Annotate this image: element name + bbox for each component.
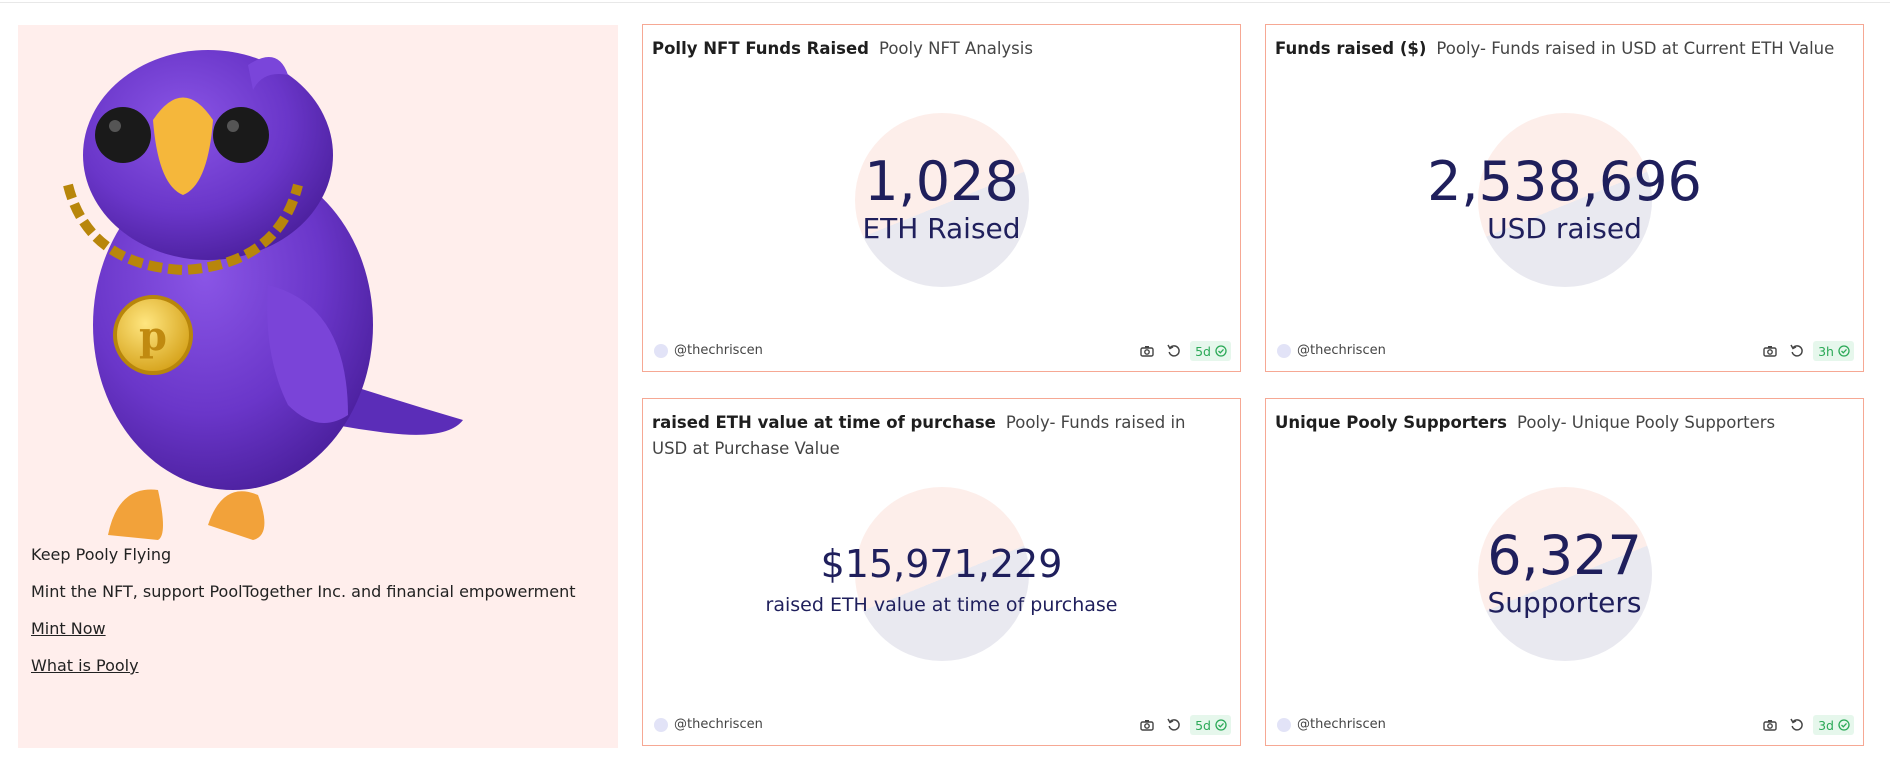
card-footer: @thechriscen 5d (652, 341, 1231, 361)
card-title[interactable]: Funds raised ($) (1275, 39, 1426, 58)
author-link[interactable]: @thechriscen (674, 717, 763, 732)
card-footer: @thechriscen 3h (1275, 341, 1854, 361)
check-circle-icon (1215, 719, 1227, 731)
freshness-badge: 3d (1813, 715, 1854, 735)
svg-text:p: p (139, 313, 167, 360)
author-link[interactable]: @thechriscen (1297, 717, 1386, 732)
counter-value: 6,327 (1487, 524, 1642, 587)
freshness-age: 3h (1818, 343, 1834, 359)
counter-value: 1,028 (864, 150, 1019, 213)
hero-panel: p Keep Pooly Flying Mint the NFT, suppor… (18, 25, 618, 748)
card-header: Unique Pooly Supporters Pooly- Unique Poo… (1275, 410, 1843, 436)
counter-card-eth-raised: Polly NFT Funds Raised Pooly NFT Analysis… (642, 24, 1241, 372)
author-link[interactable]: @thechriscen (674, 343, 763, 358)
counter-card-supporters: Unique Pooly Supporters Pooly- Unique Poo… (1265, 398, 1864, 746)
freshness-age: 5d (1195, 343, 1211, 359)
mint-now-link[interactable]: Mint Now (31, 619, 576, 639)
counter-value: 2,538,696 (1427, 150, 1702, 213)
hero-text-block: Keep Pooly Flying Mint the NFT, support … (31, 545, 576, 693)
card-subtitle[interactable]: Pooly- Funds raised in USD at Current ET… (1436, 39, 1834, 58)
check-circle-icon (1215, 345, 1227, 357)
card-header: raised ETH value at time of purchase Pool… (652, 410, 1220, 462)
top-divider (0, 2, 1890, 3)
camera-icon[interactable] (1762, 343, 1778, 359)
counter-card-usd-raised: Funds raised ($) Pooly- Funds raised in U… (1265, 24, 1864, 372)
card-subtitle[interactable]: Pooly- Unique Pooly Supporters (1517, 413, 1775, 432)
hero-subtitle: Mint the NFT, support PoolTogether Inc. … (31, 582, 576, 601)
check-circle-icon (1838, 719, 1850, 731)
pooly-bird-illustration: p (63, 50, 463, 540)
freshness-badge: 3h (1813, 341, 1854, 361)
card-footer: @thechriscen 3d (1275, 715, 1854, 735)
freshness-age: 5d (1195, 717, 1211, 733)
card-footer: @thechriscen 5d (652, 715, 1231, 735)
counter-label: ETH Raised (862, 212, 1021, 245)
camera-icon[interactable] (1762, 717, 1778, 733)
avatar[interactable] (654, 718, 668, 732)
card-title[interactable]: Unique Pooly Supporters (1275, 413, 1507, 432)
counter-label: Supporters (1487, 586, 1642, 619)
avatar[interactable] (1277, 344, 1291, 358)
card-title[interactable]: Polly NFT Funds Raised (652, 39, 869, 58)
avatar[interactable] (1277, 718, 1291, 732)
hero-title: Keep Pooly Flying (31, 545, 172, 564)
card-header: Funds raised ($) Pooly- Funds raised in U… (1275, 36, 1843, 62)
freshness-badge: 5d (1190, 341, 1231, 361)
counter-value: $15,971,229 (820, 542, 1063, 586)
freshness-badge: 5d (1190, 715, 1231, 735)
card-title[interactable]: raised ETH value at time of purchase (652, 413, 996, 432)
card-header: Polly NFT Funds Raised Pooly NFT Analysis (652, 36, 1220, 62)
avatar[interactable] (654, 344, 668, 358)
refresh-icon[interactable] (1789, 717, 1805, 733)
counter-card-purchase-value: raised ETH value at time of purchase Pool… (642, 398, 1241, 746)
what-is-pooly-link[interactable]: What is Pooly (31, 656, 576, 676)
counter-label: USD raised (1487, 212, 1642, 245)
refresh-icon[interactable] (1789, 343, 1805, 359)
camera-icon[interactable] (1139, 717, 1155, 733)
refresh-icon[interactable] (1166, 717, 1182, 733)
check-circle-icon (1838, 345, 1850, 357)
refresh-icon[interactable] (1166, 343, 1182, 359)
card-subtitle[interactable]: Pooly NFT Analysis (879, 39, 1033, 58)
author-link[interactable]: @thechriscen (1297, 343, 1386, 358)
camera-icon[interactable] (1139, 343, 1155, 359)
counter-label: raised ETH value at time of purchase (765, 594, 1118, 616)
freshness-age: 3d (1818, 717, 1834, 733)
